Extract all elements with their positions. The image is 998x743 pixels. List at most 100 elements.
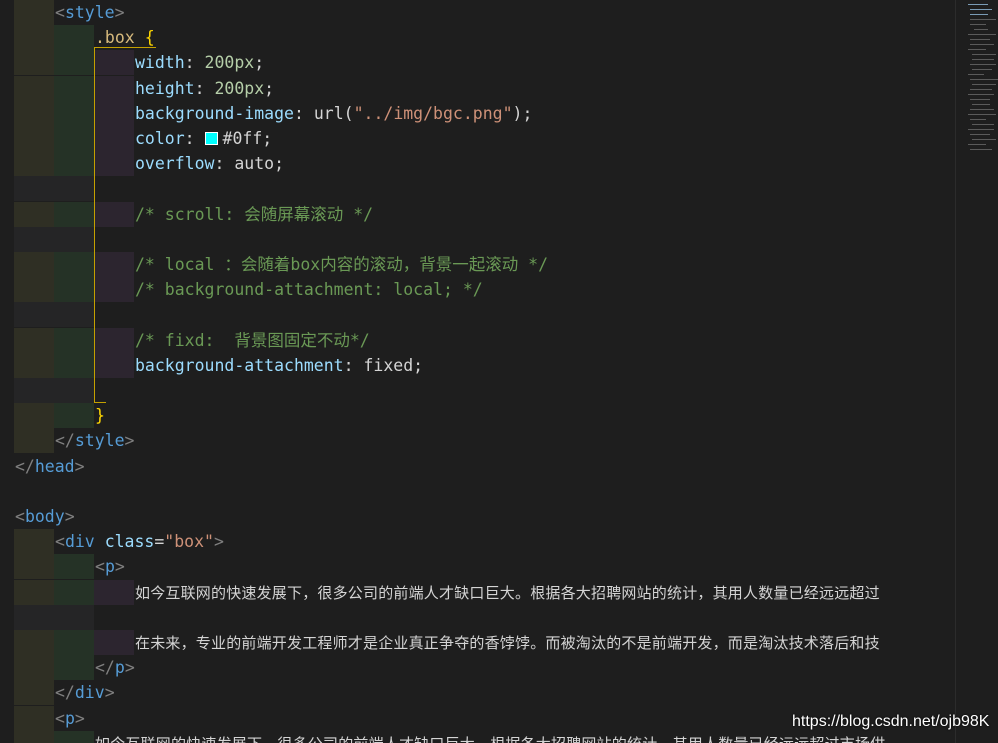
paragraph-text: 在未来，专业的前端开发工程师才是企业真正争夺的香饽饽。而被淘汰的不是前端开发，而… xyxy=(135,634,880,652)
code-token: 200px xyxy=(204,53,255,73)
paragraph-text: 如今互联网的快速发展下，很多公司的前端人才缺口巨大。根据各大招聘网站的统计，其用… xyxy=(95,735,885,743)
minimap-line xyxy=(970,64,996,65)
code-text: 如今互联网的快速发展下，很多公司的前端人才缺口巨大。根据各大招聘网站的统计，其用… xyxy=(135,580,880,605)
code-line[interactable]: </style> xyxy=(0,428,955,454)
code-line[interactable]: width: 200px; xyxy=(0,50,955,76)
minimap-line xyxy=(974,29,988,30)
minimap-line xyxy=(970,119,986,120)
code-line[interactable] xyxy=(0,479,955,504)
code-token: width xyxy=(135,53,185,73)
code-line[interactable]: 如今互联网的快速发展下，很多公司的前端人才缺口巨大。根据各大招聘网站的统计，其用… xyxy=(0,579,955,605)
code-line[interactable]: background-image: url("../img/bgc.png"); xyxy=(0,100,955,126)
code-token: "../img/bgc.png" xyxy=(353,103,513,123)
minimap-line xyxy=(970,24,986,25)
code-text: <p> xyxy=(55,706,85,731)
code-line[interactable]: <p> xyxy=(0,554,955,580)
code-token: > xyxy=(64,507,75,526)
code-token: < xyxy=(55,708,65,728)
code-token: : xyxy=(194,78,215,98)
code-token: </ xyxy=(55,683,75,703)
code-line[interactable] xyxy=(0,302,955,328)
code-line[interactable]: <style> xyxy=(0,0,955,25)
code-line[interactable]: <div class="box"> xyxy=(0,529,955,555)
minimap-line xyxy=(970,39,990,40)
code-line[interactable]: /* scroll: 会随屏幕滚动 */ xyxy=(0,201,955,227)
code-token: /* local ：会随着box内容的滚动，背景一起滚动 */ xyxy=(135,255,549,274)
code-line[interactable]: color: #0ff; xyxy=(0,126,955,151)
code-line[interactable]: } xyxy=(0,403,955,429)
code-text: </p> xyxy=(95,655,135,680)
indent-guide xyxy=(54,151,94,177)
indent-guide xyxy=(14,655,54,681)
code-line[interactable] xyxy=(0,604,955,630)
minimap-line xyxy=(970,79,998,80)
indent-guide xyxy=(14,151,54,177)
code-token: </ xyxy=(55,431,75,451)
indent-guide xyxy=(14,554,54,580)
code-line[interactable]: </div> xyxy=(0,680,955,706)
code-line[interactable] xyxy=(0,176,955,202)
code-token: = xyxy=(154,532,165,552)
paragraph-text: 如今互联网的快速发展下，很多公司的前端人才缺口巨大。根据各大招聘网站的统计，其用… xyxy=(135,583,880,602)
code-text: /* scroll: 会随屏幕滚动 */ xyxy=(135,202,373,227)
indent-guide xyxy=(94,327,134,353)
code-text: height: 200px; xyxy=(135,76,274,101)
minimap[interactable] xyxy=(955,0,998,743)
indent-guide xyxy=(54,126,94,151)
minimap-line xyxy=(970,134,990,135)
code-token: > xyxy=(74,708,85,728)
indent-guide xyxy=(54,277,94,303)
code-line[interactable]: </head> xyxy=(0,454,955,479)
indent-guide xyxy=(14,428,54,454)
code-token: url( xyxy=(313,103,354,123)
code-text: width: 200px; xyxy=(135,50,264,75)
indent-guide xyxy=(54,252,94,277)
code-line[interactable]: /* fixd: 背景图固定不动*/ xyxy=(0,327,955,353)
minimap-line xyxy=(968,34,996,35)
indent-guide xyxy=(54,201,94,227)
code-line[interactable]: 如今互联网的快速发展下，很多公司的前端人才缺口巨大。根据各大招聘网站的统计，其用… xyxy=(0,730,955,743)
code-line[interactable] xyxy=(0,226,955,252)
indent-guide xyxy=(54,100,94,126)
color-swatch[interactable] xyxy=(204,132,218,145)
indent-guide xyxy=(54,630,94,655)
code-line[interactable]: overflow: auto; xyxy=(0,151,955,177)
indent-guide xyxy=(14,126,54,151)
code-text: <p> xyxy=(95,554,125,579)
indent-guide xyxy=(54,378,94,403)
minimap-line xyxy=(968,114,996,115)
code-line[interactable]: /* background-attachment: local; */ xyxy=(0,277,955,303)
code-text: 如今互联网的快速发展下，很多公司的前端人才缺口巨大。根据各大招聘网站的统计，其用… xyxy=(95,731,885,743)
code-line[interactable]: </p> xyxy=(0,655,955,681)
code-line[interactable]: 在未来，专业的前端开发工程师才是企业真正争夺的香饽饽。而被淘汰的不是前端开发，而… xyxy=(0,630,955,655)
code-token: /* scroll: 会随屏幕滚动 */ xyxy=(135,204,374,224)
indent-guide xyxy=(14,630,54,655)
minimap-line xyxy=(972,54,996,55)
indent-guide xyxy=(14,226,54,252)
code-editor[interactable]: <style> .box {width: 200px; height: 200px;… xyxy=(0,0,955,743)
indent-guide xyxy=(54,226,94,252)
watermark-text: https://blog.csdn.net/ojb98K xyxy=(792,713,990,730)
indent-guide xyxy=(54,730,94,743)
code-line[interactable]: /* local ：会随着box内容的滚动，背景一起滚动 */ xyxy=(0,252,955,277)
code-token: color xyxy=(135,129,185,148)
code-line[interactable]: height: 200px; xyxy=(0,75,955,101)
code-line[interactable] xyxy=(0,378,955,403)
indent-guide xyxy=(94,352,134,378)
code-text: background-attachment: fixed; xyxy=(135,353,423,378)
indent-guide xyxy=(94,579,134,605)
indent-guide xyxy=(14,0,54,25)
minimap-line xyxy=(968,129,994,130)
code-text: color: #0ff; xyxy=(135,126,272,151)
code-token: > xyxy=(124,431,135,451)
indent-guide xyxy=(14,378,54,403)
code-line[interactable]: background-attachment: fixed; xyxy=(0,352,955,378)
code-token: overflow xyxy=(135,154,215,174)
code-token: > xyxy=(114,3,125,22)
code-token: ; xyxy=(254,53,265,73)
code-token: background-attachment xyxy=(135,355,344,375)
code-line[interactable]: <body> xyxy=(0,504,955,529)
code-text: <style> xyxy=(55,0,125,25)
indent-guide xyxy=(14,352,54,378)
